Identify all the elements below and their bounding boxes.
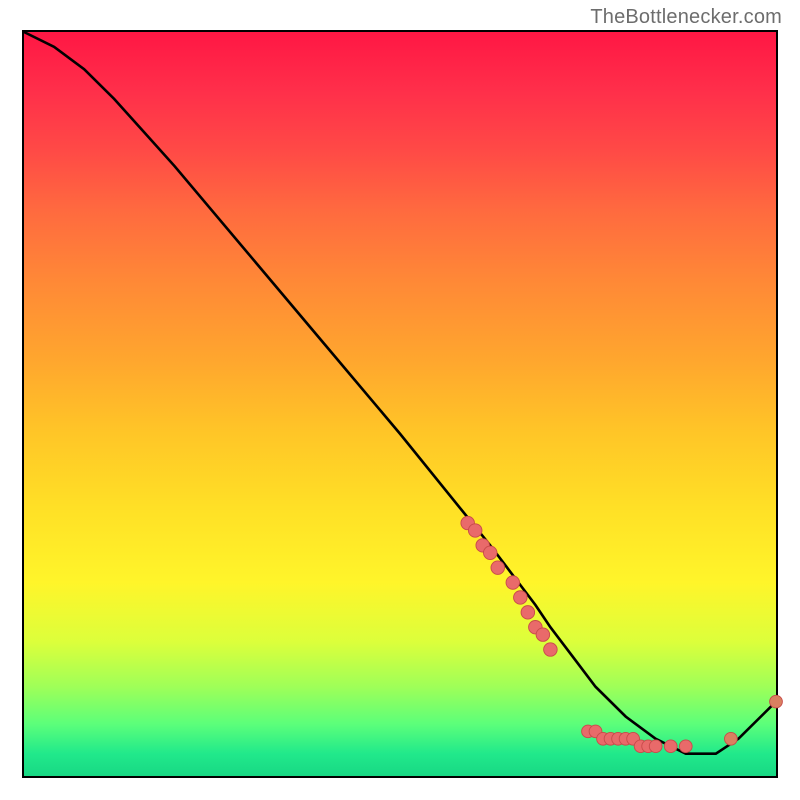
plot-area — [22, 30, 778, 778]
marker-outliers — [724, 695, 782, 745]
data-point — [679, 740, 692, 753]
curve-layer — [24, 32, 776, 776]
data-point — [724, 732, 737, 745]
data-point — [514, 591, 528, 604]
marker-cluster-a — [461, 516, 557, 656]
data-point — [468, 524, 482, 537]
data-point — [649, 740, 662, 753]
source-attribution: TheBottlenecker.com — [590, 6, 782, 29]
chart-container: TheBottlenecker.com — [0, 0, 800, 800]
bottleneck-curve — [24, 32, 776, 754]
data-point — [521, 606, 535, 619]
data-point — [491, 561, 505, 574]
data-point — [544, 643, 558, 656]
marker-cluster-b — [582, 725, 693, 753]
data-point — [536, 628, 550, 641]
data-point — [770, 695, 783, 708]
data-point — [483, 546, 497, 559]
data-point — [506, 576, 520, 589]
data-point — [664, 740, 677, 753]
